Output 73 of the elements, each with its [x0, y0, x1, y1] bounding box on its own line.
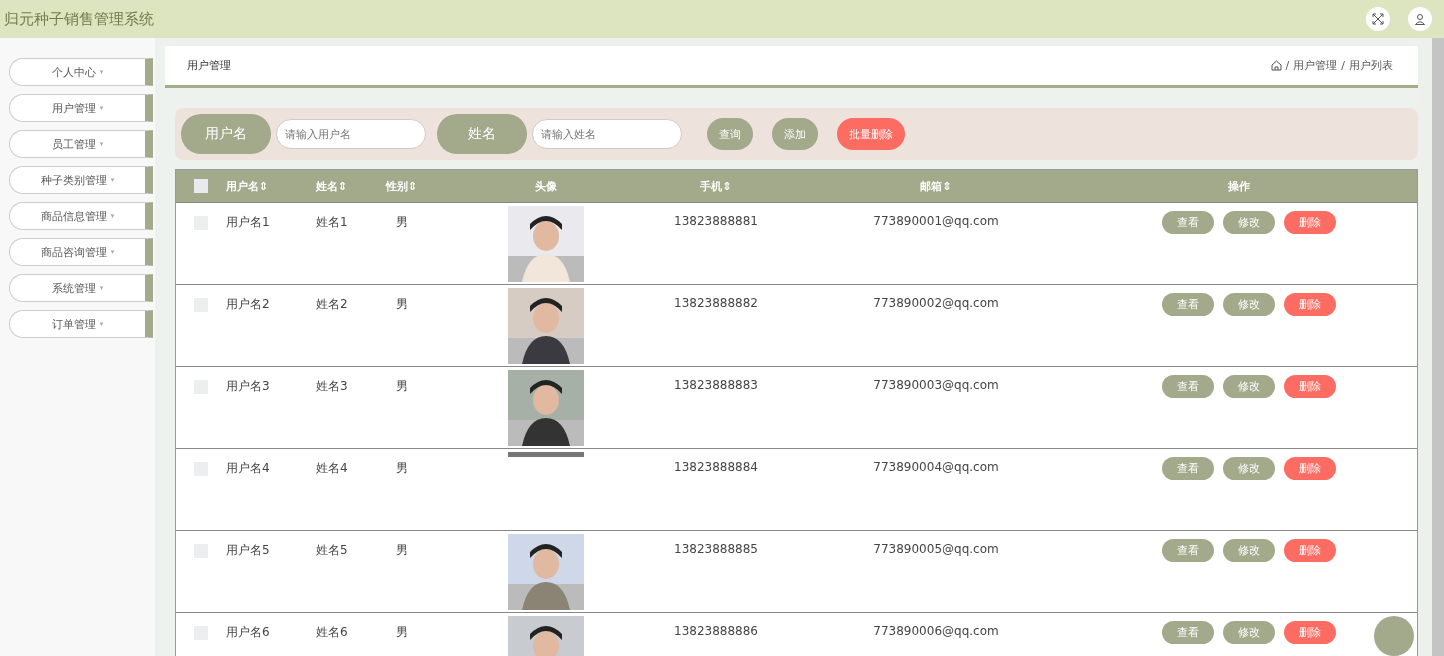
table-cell-text: 姓名5	[316, 542, 349, 559]
table-cell-text: 13823888883	[673, 377, 759, 392]
table-cell-text: 姓名2	[316, 296, 349, 313]
home-icon[interactable]	[1270, 60, 1282, 71]
column-header[interactable]: 姓名⇕	[316, 178, 386, 194]
search-field[interactable]: 请输入用户名	[276, 119, 426, 149]
row-action-button[interactable]: 修改	[1223, 375, 1275, 398]
table-cell-text: 男	[395, 460, 409, 477]
table-cell-text: 13823888881	[673, 213, 759, 228]
search-field[interactable]: 请输入姓名	[532, 119, 682, 149]
table-cell-text: 773890002@qq.com	[872, 295, 1000, 310]
field-label: 姓名	[437, 114, 527, 154]
checkbox[interactable]	[194, 179, 208, 193]
row-action-button[interactable]: 修改	[1223, 211, 1275, 234]
table-cell-text: 用户名5	[226, 542, 271, 559]
table-cell-text: 男	[395, 542, 409, 559]
breadcrumb-separator: /	[1285, 59, 1290, 72]
table-cell-text: 姓名1	[316, 214, 349, 231]
table-cell-text: 姓名4	[316, 460, 349, 477]
row-action-button[interactable]: 删除	[1284, 457, 1336, 480]
column-header[interactable]: 头像	[471, 178, 621, 194]
table-cell-text: 男	[395, 624, 409, 641]
column-header[interactable]: 操作	[1061, 178, 1417, 194]
table-cell-text: 用户名3	[226, 378, 271, 395]
table-cell-text: 13823888882	[673, 295, 759, 310]
row-action-button[interactable]: 查看	[1162, 293, 1214, 316]
table-cell-text: 13823888885	[673, 541, 759, 556]
row-action-button[interactable]: 删除	[1284, 211, 1336, 234]
column-header[interactable]: 手机⇕	[621, 178, 811, 194]
breadcrumb-separator: /	[1341, 59, 1345, 72]
row-action-button[interactable]: 删除	[1284, 293, 1336, 316]
action-button[interactable]: 添加	[772, 118, 818, 150]
table-cell-text: 姓名3	[316, 378, 349, 395]
app-title: 归元种子销售管理系统	[4, 9, 154, 29]
table-cell-text: 773890001@qq.com	[872, 213, 1000, 228]
page-title: 用户管理	[187, 58, 231, 73]
fullscreen-icon[interactable]	[1366, 7, 1390, 31]
row-action-button[interactable]: 查看	[1162, 539, 1214, 562]
row-action-button[interactable]: 修改	[1223, 621, 1275, 644]
row-action-button[interactable]: 查看	[1162, 375, 1214, 398]
breadcrumb-link[interactable]: 用户列表	[1349, 58, 1393, 73]
row-action-button[interactable]: 修改	[1223, 539, 1275, 562]
row-action-button[interactable]: 修改	[1223, 457, 1275, 480]
row-action-button[interactable]: 修改	[1223, 293, 1275, 316]
user-icon[interactable]	[1408, 7, 1432, 31]
row-action-button[interactable]: 删除	[1284, 375, 1336, 398]
batch-delete-button[interactable]: 批量删除	[837, 118, 905, 150]
table-cell-text: 773890006@qq.com	[872, 623, 1000, 638]
table-cell-text: 男	[395, 214, 409, 231]
column-header[interactable]: 性别⇕	[386, 178, 471, 194]
table-cell-text: 男	[395, 296, 409, 313]
table-cell-text: 用户名1	[226, 214, 271, 231]
scrollbar[interactable]	[1432, 38, 1444, 656]
table-cell-text: 13823888886	[673, 623, 759, 638]
column-header[interactable]: 用户名⇕	[226, 178, 316, 194]
table-cell-text: 13823888884	[673, 459, 759, 474]
table-cell-text: 773890005@qq.com	[872, 541, 1000, 556]
table-cell-text: 男	[395, 378, 409, 395]
row-action-button[interactable]: 删除	[1284, 621, 1336, 644]
table-cell-text: 用户名6	[226, 624, 271, 641]
table-cell-text: 用户名4	[226, 460, 271, 477]
table-cell-text: 773890003@qq.com	[872, 377, 1000, 392]
row-action-button[interactable]: 查看	[1162, 457, 1214, 480]
table-cell-text: 用户名2	[226, 296, 271, 313]
row-action-button[interactable]: 删除	[1284, 539, 1336, 562]
table-cell-text: 773890004@qq.com	[872, 459, 1000, 474]
breadcrumb-link[interactable]: 用户管理	[1293, 58, 1338, 73]
field-label: 用户名	[181, 114, 271, 154]
row-action-button[interactable]: 查看	[1162, 621, 1214, 644]
column-header[interactable]: 邮箱⇕	[811, 178, 1061, 194]
table-cell-text: 姓名6	[316, 624, 349, 641]
row-action-button[interactable]: 查看	[1162, 211, 1214, 234]
action-button[interactable]: 查询	[707, 118, 753, 150]
